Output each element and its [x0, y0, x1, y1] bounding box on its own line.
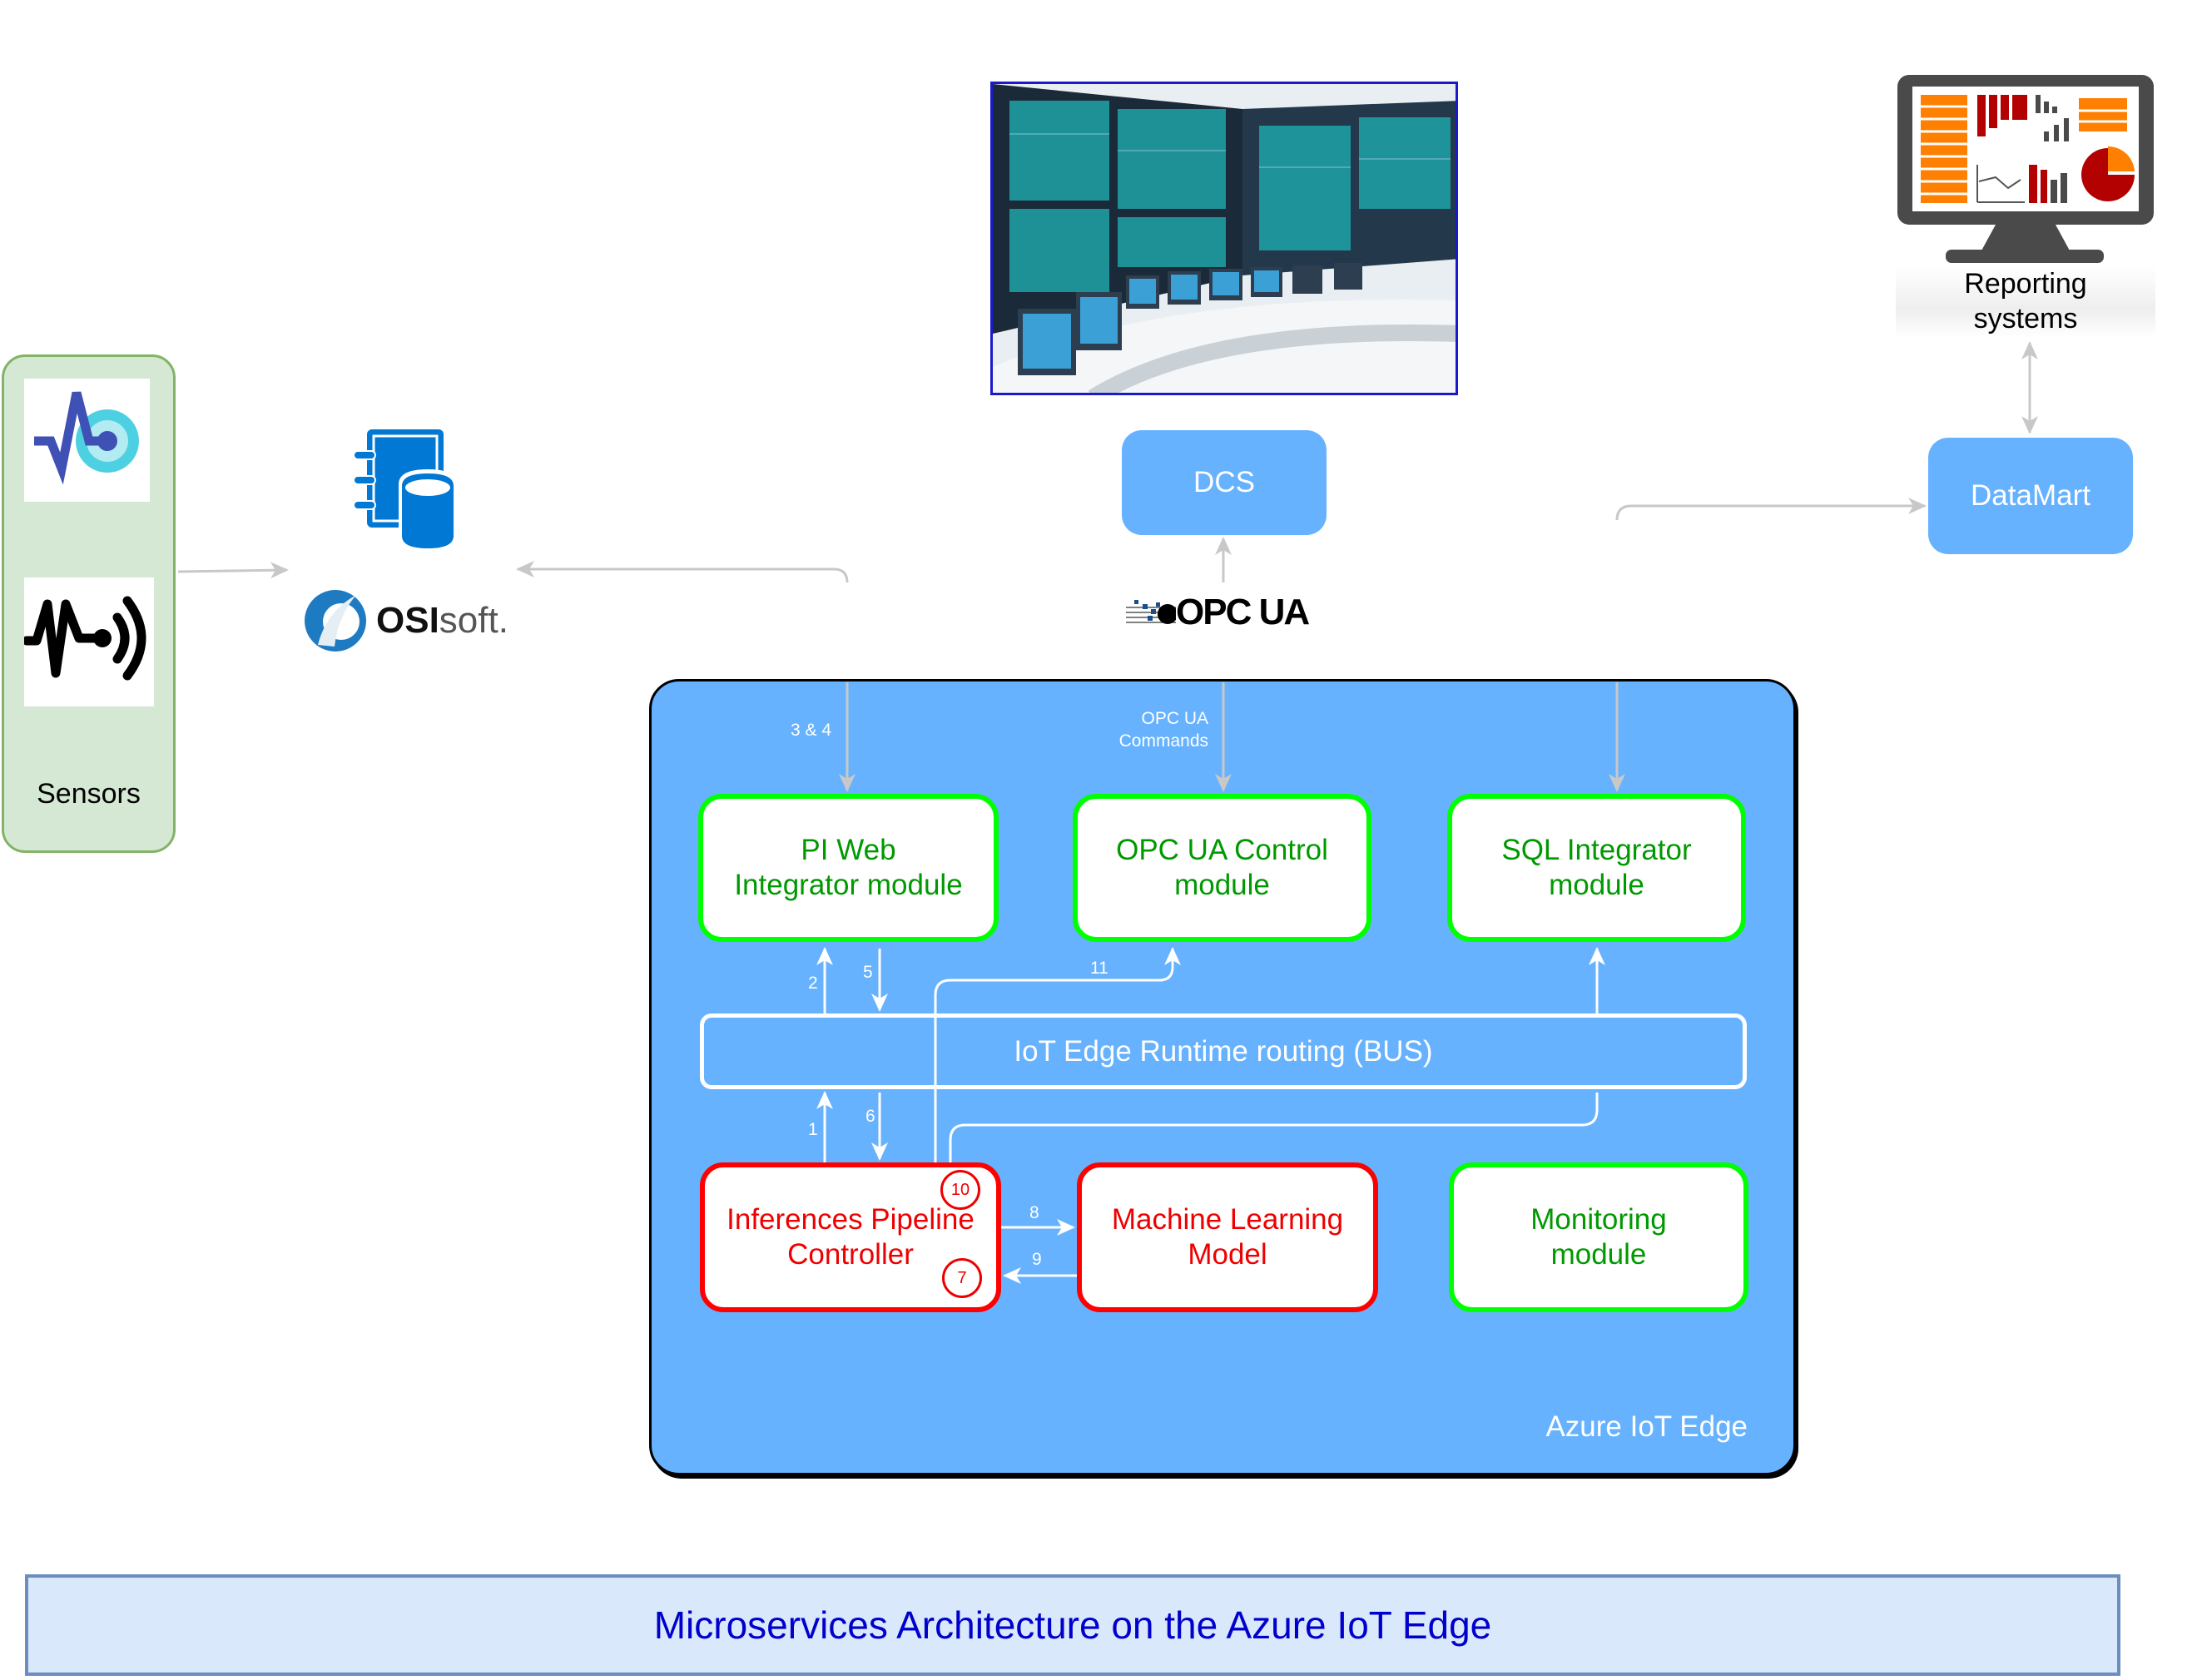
opc-ua-logo-text: OPC UA — [1176, 592, 1310, 632]
opc-control-module-line1: OPC UA Control — [1116, 834, 1328, 866]
step-badge-7: 7 — [942, 1258, 982, 1298]
opc-ua-logo-mark-icon — [1126, 600, 1176, 624]
reporting-label-line2: systems — [1973, 303, 2078, 335]
azure-iot-edge-label: Azure IoT Edge — [1545, 1410, 1748, 1443]
sensor-signal-wave-tile — [22, 577, 154, 706]
step-label-9: 9 — [1032, 1250, 1042, 1269]
sensor-pulse-target-tile — [24, 379, 150, 502]
edge-label-3-and-4: 3 & 4 — [791, 721, 832, 740]
datamart-box[interactable]: DataMart — [1928, 438, 2133, 554]
dcs-box[interactable]: DCS — [1122, 430, 1327, 535]
step-label-5: 5 — [863, 963, 873, 982]
pi-data-archive-icon — [350, 428, 459, 553]
dcs-label: DCS — [1193, 466, 1255, 498]
inferences-module-line2: Controller — [787, 1238, 914, 1271]
pi-web-module-line2: Integrator module — [734, 869, 963, 901]
sql-integrator-module[interactable]: SQL Integrator module — [1447, 794, 1746, 942]
sensor-signal-wave-icon — [22, 596, 146, 681]
pi-web-module-line1: PI Web — [801, 834, 896, 866]
bus-label: IoT Edge Runtime routing (BUS) — [1014, 1034, 1433, 1068]
diagram-title: Microservices Architecture on the Azure … — [653, 1603, 1492, 1647]
osisoft-logo-mark: . — [498, 600, 508, 641]
sql-module-line2: module — [1549, 869, 1644, 901]
opc-ua-control-module[interactable]: OPC UA Control module — [1073, 794, 1371, 942]
step-label-1: 1 — [808, 1120, 818, 1139]
machine-learning-model[interactable]: Machine Learning Model — [1077, 1162, 1378, 1312]
diagram-title-banner: Microservices Architecture on the Azure … — [25, 1574, 2120, 1676]
opc-ua-logo: OPC UA — [1126, 592, 1310, 633]
pi-web-integrator-module[interactable]: PI Web Integrator module — [698, 794, 999, 942]
datamart-label: DataMart — [1971, 479, 2090, 512]
reporting-monitor-icon — [1896, 73, 2155, 269]
reporting-systems-label: Reporting systems — [1896, 266, 2155, 338]
iot-edge-runtime-bus[interactable]: IoT Edge Runtime routing (BUS) — [700, 1013, 1747, 1089]
opc-control-module-line2: module — [1174, 869, 1270, 901]
osisoft-logo: OSIsoft. — [301, 586, 509, 656]
monitoring-module[interactable]: Monitoring module — [1449, 1162, 1748, 1312]
sensor-pulse-target-icon — [34, 391, 139, 485]
step-badge-10: 10 — [940, 1170, 980, 1210]
control-room-photo — [990, 82, 1458, 395]
osisoft-logo-light: soft — [439, 600, 498, 641]
step-label-11: 11 — [1090, 959, 1108, 978]
inferences-module-line1: Inferences Pipeline — [727, 1203, 975, 1236]
monitoring-module-line2: module — [1550, 1238, 1647, 1271]
reporting-label-line1: Reporting — [1964, 268, 2087, 300]
edge-label-opc-commands-line1: OPC UA — [1141, 709, 1208, 728]
ml-module-line2: Model — [1188, 1238, 1267, 1271]
ml-module-line1: Machine Learning — [1111, 1203, 1344, 1236]
osisoft-swirl-icon — [305, 590, 366, 652]
step-label-2: 2 — [808, 974, 818, 993]
osisoft-logo-bold: OSI — [376, 600, 439, 641]
monitoring-module-line1: Monitoring — [1530, 1203, 1667, 1236]
sql-module-line1: SQL Integrator — [1501, 834, 1692, 866]
step-label-8: 8 — [1029, 1203, 1039, 1222]
edge-label-opc-commands-line2: Commands — [1118, 731, 1208, 751]
edge-label-opc-commands: OPC UA Commands — [1090, 707, 1208, 752]
step-label-6: 6 — [865, 1107, 875, 1126]
sensors-label: Sensors — [37, 778, 141, 810]
